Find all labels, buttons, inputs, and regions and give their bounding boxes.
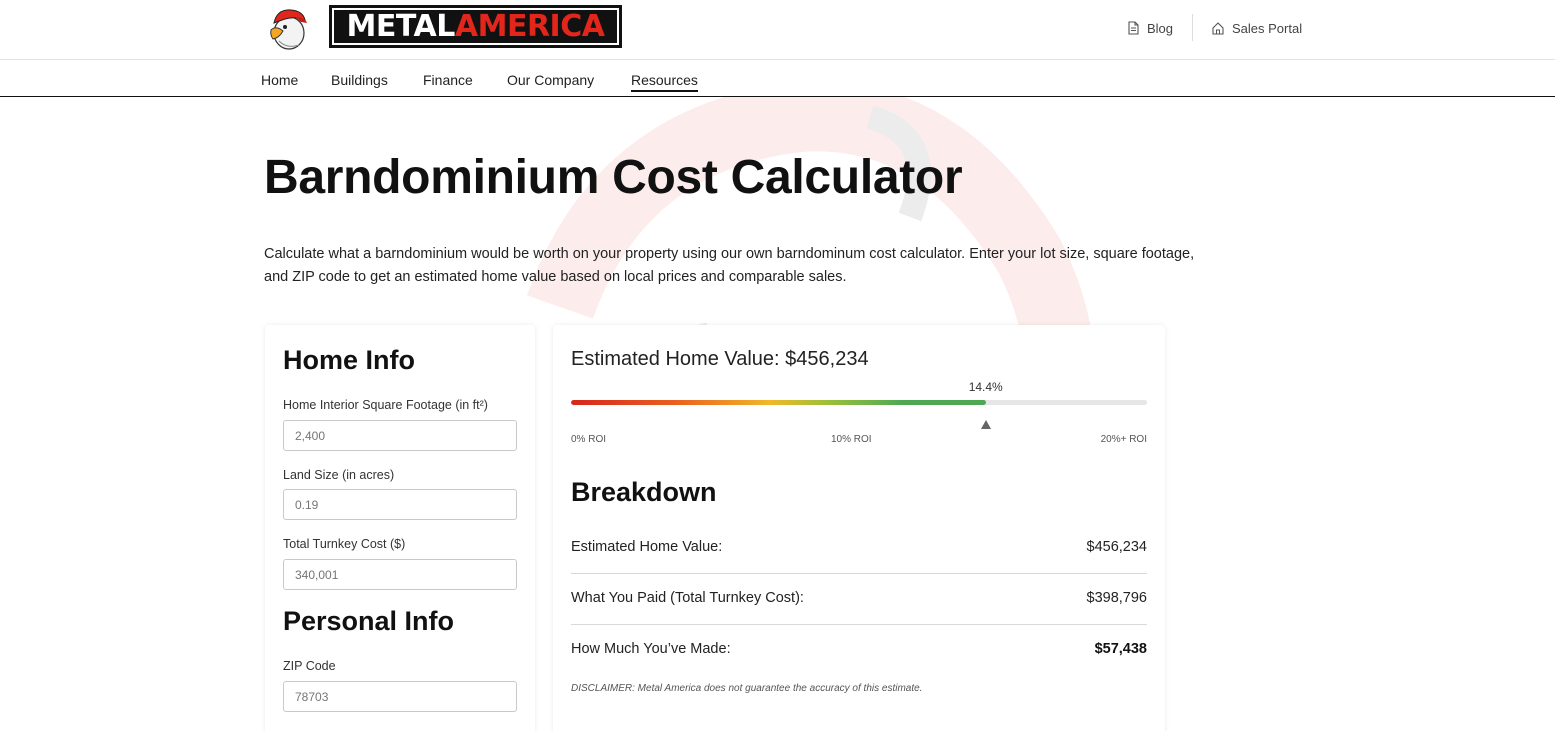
disclaimer-text: DISCLAIMER: Metal America does not guara… <box>571 683 923 694</box>
breakdown-value: $398,796 <box>1086 590 1147 606</box>
turnkey-cost-input[interactable] <box>283 559 517 590</box>
breakdown-value: $456,234 <box>1086 539 1147 555</box>
nav-buildings[interactable]: Buildings <box>331 72 388 90</box>
roi-progress-bar <box>571 400 1147 405</box>
turnkey-cost-label: Total Turnkey Cost ($) <box>283 537 406 551</box>
breakdown-row: What You Paid (Total Turnkey Cost): $398… <box>571 574 1147 625</box>
estimated-value-title: Estimated Home Value: $456,234 <box>571 348 869 370</box>
breakdown-label: How Much You’ve Made: <box>571 641 731 657</box>
square-footage-label: Home Interior Square Footage (in ft²) <box>283 398 488 412</box>
blog-link-label: Blog <box>1147 20 1174 36</box>
results-card: Estimated Home Value: $456,234 14.4% 0% … <box>553 325 1165 731</box>
square-footage-input[interactable] <box>283 420 517 451</box>
brand-name-part2: AMERICA <box>454 8 605 44</box>
document-icon <box>1128 21 1139 35</box>
header-divider <box>1192 14 1193 41</box>
nav-our-company[interactable]: Our Company <box>507 72 594 90</box>
page-title: Barndominium Cost Calculator <box>264 151 963 204</box>
brand-name-part1: METAL <box>346 8 456 44</box>
nav-finance[interactable]: Finance <box>423 72 473 90</box>
house-icon <box>1212 22 1224 35</box>
breakdown-label: Estimated Home Value: <box>571 539 723 555</box>
input-card: Home Info Home Interior Square Footage (… <box>265 325 535 731</box>
sales-portal-link-label: Sales Portal <box>1232 20 1303 36</box>
zip-code-input[interactable] <box>283 681 517 712</box>
roi-marker-icon <box>980 420 991 429</box>
roi-scale-mid: 10% ROI <box>831 434 872 445</box>
brand-wordmark[interactable]: METAL AMERICA <box>329 5 622 48</box>
roi-percent-label: 14.4% <box>968 380 1003 394</box>
sales-portal-link[interactable]: Sales Portal <box>1211 18 1302 38</box>
land-size-label: Land Size (in acres) <box>283 468 395 482</box>
land-size-input[interactable] <box>283 489 517 520</box>
eagle-logo-icon[interactable] <box>265 5 311 51</box>
roi-progress-fill <box>571 400 986 405</box>
blog-link[interactable]: Blog <box>1126 18 1173 38</box>
roi-scale-max: 20%+ ROI <box>1100 434 1147 445</box>
home-info-heading: Home Info <box>283 345 415 375</box>
zip-code-label: ZIP Code <box>283 659 336 673</box>
personal-info-heading: Personal Info <box>283 606 455 636</box>
breakdown-value: $57,438 <box>1094 641 1147 657</box>
nav-resources[interactable]: Resources <box>631 72 698 92</box>
breakdown-row: Estimated Home Value: $456,234 <box>571 523 1147 574</box>
intro-text: Calculate what a barndominium would be w… <box>264 246 1195 285</box>
top-header: METAL AMERICA Blog Sales Portal <box>0 0 1555 60</box>
breakdown-label: What You Paid (Total Turnkey Cost): <box>571 590 804 606</box>
roi-scale-min: 0% ROI <box>571 434 607 445</box>
breakdown-heading: Breakdown <box>571 477 717 507</box>
breakdown-row: How Much You’ve Made: $57,438 <box>571 625 1147 676</box>
nav-home[interactable]: Home <box>261 72 298 90</box>
main-nav: Home Buildings Finance Our Company Resou… <box>0 60 1555 97</box>
